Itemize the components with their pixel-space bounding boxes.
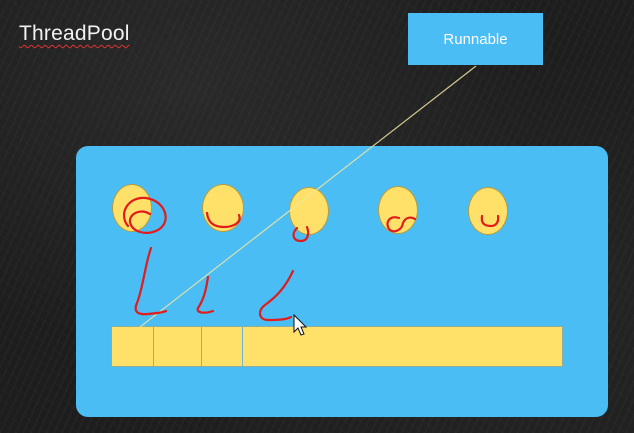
red-scribble-thread-4	[386, 216, 417, 233]
red-scribble-thread-3	[292, 225, 310, 243]
red-arrow-2	[196, 275, 215, 314]
red-arrow-1	[134, 246, 168, 316]
red-arrow-3	[258, 269, 295, 322]
red-scribble-thread-1	[122, 196, 167, 234]
annotation-layer	[122, 65, 500, 336]
red-scribble-thread-5	[480, 214, 500, 228]
runnable-connector-line	[139, 65, 477, 328]
cursor-arrow-icon	[293, 313, 308, 336]
red-scribble-thread-2	[205, 211, 241, 229]
